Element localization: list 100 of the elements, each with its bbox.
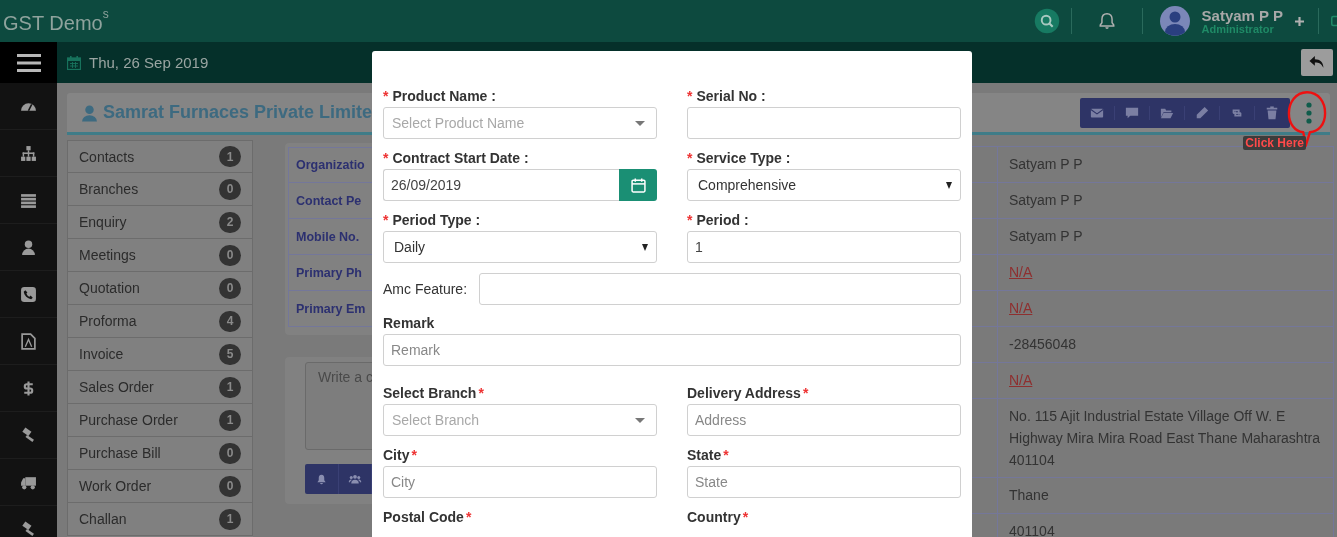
- nav-label: Challan: [79, 511, 127, 527]
- nav-label: Enquiry: [79, 214, 127, 230]
- phone-icon[interactable]: [20, 285, 37, 303]
- input-field[interactable]: Address: [687, 404, 961, 436]
- nav-label: Work Order: [79, 478, 152, 494]
- screen-icon[interactable]: [1331, 13, 1337, 29]
- caret-icon: [946, 181, 952, 189]
- input-field[interactable]: [479, 273, 961, 305]
- nav-label: Proforma: [79, 313, 137, 329]
- company-name: Samrat Furnaces Private Limite: [103, 102, 373, 123]
- select-field[interactable]: Comprehensive: [687, 169, 961, 201]
- annotation-text: Click Here: [1243, 136, 1306, 150]
- calendar-button[interactable]: [619, 169, 657, 201]
- users-button[interactable]: [338, 464, 372, 494]
- nav-label: Meetings: [79, 247, 136, 263]
- nav-item[interactable]: Contacts 1: [67, 140, 253, 173]
- caret-icon: [642, 243, 648, 251]
- value-link[interactable]: N/A: [1009, 264, 1033, 280]
- nav-label: Contacts: [79, 148, 135, 165]
- nav-item[interactable]: Purchase Bill 0: [67, 437, 253, 470]
- nav-item[interactable]: Branches 0: [67, 173, 253, 206]
- count-badge: 0: [219, 442, 241, 464]
- user-icon: [81, 103, 98, 122]
- nav-label: Sales Order: [79, 379, 154, 395]
- field-label: Amc Feature:: [383, 280, 468, 298]
- caret-icon: [635, 120, 645, 126]
- back-button[interactable]: [1301, 49, 1333, 76]
- input-field[interactable]: [687, 107, 961, 139]
- nav-item[interactable]: Sales Order 1: [67, 371, 253, 404]
- value-text: Satyam P P: [1009, 192, 1083, 208]
- user-role: Administrator: [1201, 23, 1275, 35]
- count-badge: 4: [219, 310, 241, 332]
- field-label: City*: [383, 446, 418, 464]
- nav-item[interactable]: Invoice 5: [67, 338, 253, 371]
- field-label: * Period Type :: [383, 211, 482, 229]
- count-badge: 1: [219, 376, 241, 398]
- nav-item[interactable]: Proforma 4: [67, 305, 253, 338]
- search-icon[interactable]: [1032, 7, 1061, 35]
- select-field[interactable]: Select Product Name: [383, 107, 657, 139]
- select-field[interactable]: Select Branch: [383, 404, 657, 436]
- field-label: Select Branch*: [383, 384, 485, 402]
- calendar-icon: [630, 177, 646, 193]
- bell-button[interactable]: [305, 464, 339, 494]
- plus-icon[interactable]: [1295, 16, 1304, 26]
- date-field[interactable]: 26/09/2019: [383, 169, 619, 201]
- nav-label: Branches: [79, 181, 139, 197]
- nav-item[interactable]: Quotation 0: [67, 272, 253, 305]
- input-field[interactable]: City: [383, 466, 657, 498]
- value-text: Thane: [1009, 487, 1049, 503]
- count-badge: 0: [219, 178, 241, 200]
- field-label: Mobile No.: [296, 229, 360, 244]
- field-label: State*: [687, 446, 730, 464]
- value-text: Satyam P P: [1009, 156, 1083, 172]
- nav-label: Quotation: [79, 280, 140, 296]
- avatar-icon[interactable]: [1159, 6, 1190, 36]
- count-badge: 1: [219, 409, 241, 431]
- field-label: * Contract Start Date :: [383, 149, 530, 167]
- nav-label: Purchase Bill: [79, 445, 161, 461]
- value-text: Satyam P P: [1009, 228, 1083, 244]
- user-icon[interactable]: [20, 238, 37, 256]
- nav-label: Purchase Order: [79, 412, 178, 428]
- select-field[interactable]: Daily: [383, 231, 657, 263]
- value-link[interactable]: N/A: [1009, 300, 1033, 316]
- bell-icon: [315, 473, 327, 485]
- input-field[interactable]: 1: [687, 231, 961, 263]
- input-field[interactable]: State: [687, 466, 961, 498]
- field-label: * Product Name :: [383, 87, 497, 105]
- sitemap-icon[interactable]: [20, 144, 37, 162]
- field-label: Primary Em: [296, 301, 366, 316]
- calendar-icon: [67, 55, 81, 70]
- date-text: Thu, 26 Sep 2019: [89, 54, 209, 71]
- user-name: Satyam P P: [1201, 7, 1283, 23]
- field-label: Primary Ph: [296, 265, 362, 280]
- caret-icon: [635, 417, 645, 423]
- list-icon[interactable]: [20, 191, 37, 209]
- nav-item[interactable]: Meetings 0: [67, 239, 253, 272]
- field-label: Contact Pe: [296, 193, 362, 208]
- menu-icon[interactable]: [16, 53, 41, 72]
- field-label: Delivery Address*: [687, 384, 810, 402]
- count-badge: 0: [219, 475, 241, 497]
- nav-item[interactable]: Enquiry 2: [67, 206, 253, 239]
- count-badge: 5: [219, 343, 241, 365]
- nav-item[interactable]: Challan 1: [67, 503, 253, 536]
- nav-item[interactable]: Work Order 0: [67, 470, 253, 503]
- value-text: -28456048: [1009, 336, 1076, 352]
- field-label: Country*: [687, 508, 750, 526]
- nav-label: Invoice: [79, 346, 124, 362]
- value-text: 401104: [1009, 523, 1055, 537]
- count-badge: 2: [219, 211, 241, 233]
- bell-icon[interactable]: [1097, 12, 1116, 30]
- input-field[interactable]: Remark: [383, 334, 961, 366]
- app-logo[interactable]: GST Demo$^{s}$: [0, 7, 109, 35]
- value-link[interactable]: N/A: [1009, 372, 1033, 388]
- field-label: Remark: [383, 314, 436, 332]
- pdf-icon[interactable]: [20, 332, 37, 350]
- value-text: No. 115 Ajit Industrial Estate Village Off W. E Highway Mira Mira Road East Thane Maharashtra 401104: [1009, 408, 1320, 468]
- users-icon: [347, 473, 362, 485]
- field-label: Organizatio: [296, 158, 365, 172]
- field-label: * Service Type :: [687, 149, 792, 167]
- nav-item[interactable]: Purchase Order 1: [67, 404, 253, 437]
